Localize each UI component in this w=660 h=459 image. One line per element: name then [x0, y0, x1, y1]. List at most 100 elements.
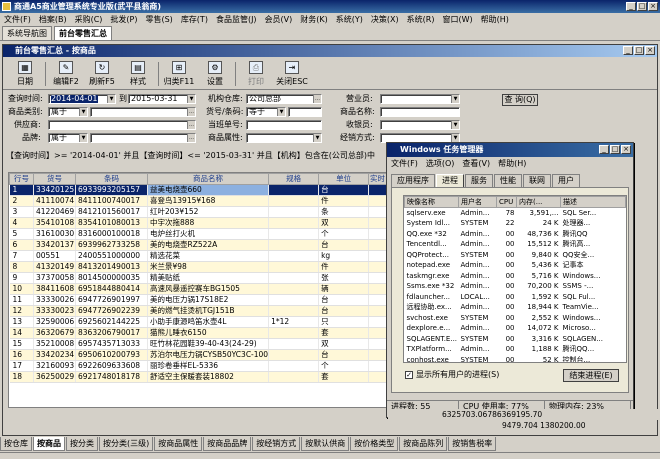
tab-processes[interactable]: 进程 — [436, 174, 464, 187]
menu-item[interactable]: 库存(T) — [177, 13, 212, 26]
tm-close-button[interactable]: × — [621, 145, 631, 154]
tab-retail-summary[interactable]: 前台零售汇总 — [54, 26, 112, 40]
brand-operator[interactable]: 属于 ▼ — [48, 133, 88, 143]
view-tab[interactable]: 按商品属性 — [154, 437, 203, 451]
process-row[interactable]: dexplore.e... Admin... 00 14,072 K Microso..… — [405, 323, 626, 334]
summary-grid[interactable]: 行号 货号 条码 商品名称 规格 单位 实时 1 33420125 69339932… — [8, 172, 388, 408]
table-row[interactable]: 2 41110074 8411100740017 喜登鸟13915¥168 件 — [9, 195, 387, 207]
table-row[interactable]: 9 37370058 8014500000035 精美贴纸 张 — [9, 272, 387, 284]
table-row[interactable]: 3 41220469 8412101560017 红叶203¥152 条 — [9, 206, 387, 218]
tab-applications[interactable]: 应用程序 — [391, 174, 435, 187]
code-field[interactable] — [288, 107, 322, 117]
view-tab[interactable]: 按分类 — [66, 437, 98, 451]
view-tab[interactable]: 按价格类型 — [350, 437, 399, 451]
view-tab[interactable]: 按分类(三级) — [99, 437, 154, 451]
view-tab[interactable]: 按默认供商 — [301, 437, 350, 451]
column-header[interactable]: 描述 — [560, 196, 626, 208]
tm-maximize-button[interactable]: □ — [610, 145, 620, 154]
supplier-field[interactable]: … — [48, 120, 196, 130]
menu-item[interactable]: 批发(P) — [106, 13, 141, 26]
ellipsis-icon[interactable]: … — [313, 95, 321, 103]
menu-item[interactable]: 食品监管(J) — [212, 13, 261, 26]
tab-performance[interactable]: 性能 — [494, 174, 522, 187]
table-row[interactable]: 12 33330023 6947726902239 美的燃气挂烫机TGJ151B 台 — [9, 305, 387, 317]
menu-item[interactable]: 财务(K) — [296, 13, 332, 26]
menu-item[interactable]: 会员(V) — [261, 13, 297, 26]
chevron-down-icon[interactable]: ▼ — [79, 134, 87, 142]
code-operator[interactable]: 等于 ▼ — [246, 107, 286, 117]
tab-services[interactable]: 服务 — [465, 174, 493, 187]
chevron-down-icon[interactable]: ▼ — [187, 95, 195, 103]
view-tab[interactable]: 按商品品牌 — [203, 437, 252, 451]
tm-menu-view[interactable]: 查看(V) — [458, 157, 494, 170]
maximize-button[interactable]: □ — [637, 2, 647, 11]
close-button[interactable]: × — [648, 2, 658, 11]
product-name-field[interactable] — [380, 107, 460, 117]
shift-no-field[interactable] — [246, 120, 322, 130]
close-esc-button[interactable]: ⇥ 关闭ESC — [274, 59, 310, 89]
chevron-down-icon[interactable]: ▼ — [451, 95, 459, 103]
brand-field[interactable]: … — [90, 133, 196, 143]
date-to-field[interactable]: 2015-03-31 ▼ — [128, 94, 196, 104]
process-row[interactable]: svchost.exe SYSTEM 00 2,552 K Windows... — [405, 313, 626, 324]
table-row[interactable]: 18 36250029 6921748018178 舒适空主保暖套装18802 套 — [9, 371, 387, 383]
chevron-down-icon[interactable]: ▼ — [313, 134, 321, 142]
tm-menu-help[interactable]: 帮助(H) — [494, 157, 530, 170]
table-row[interactable]: 13 32590006 6925602144225 小助手康源鸣笛水壶4L 1*12 只 — [9, 316, 387, 328]
table-row[interactable]: 5 31610030 8316000100018 电炉丝打火机 个 — [9, 228, 387, 240]
column-header[interactable]: 商品名称 — [146, 173, 270, 185]
category-operator[interactable]: 属于 ▼ — [48, 107, 88, 117]
table-row[interactable]: 7 00551 2400551000000 精选花菜 kg — [9, 250, 387, 262]
ellipsis-icon[interactable]: … — [187, 121, 195, 129]
tab-networking[interactable]: 联网 — [523, 174, 551, 187]
chevron-down-icon[interactable]: ▼ — [451, 134, 459, 142]
table-row[interactable]: 17 32160093 6922609633608 丽珍卷垂样EL-5336 个 — [9, 360, 387, 372]
print-button[interactable]: ⎙ 打印 — [238, 59, 274, 89]
menu-item[interactable]: 窗口(W) — [438, 13, 476, 26]
tm-menu-file[interactable]: 文件(F) — [387, 157, 422, 170]
window-minimize-button[interactable]: _ — [623, 46, 633, 55]
tab-users[interactable]: 用户 — [552, 174, 580, 187]
query-button[interactable]: 查 询(Q) — [502, 94, 538, 106]
chevron-down-icon[interactable]: ▼ — [277, 108, 285, 116]
group-button[interactable]: ⊞ 归类F11 — [161, 59, 197, 89]
process-row[interactable]: QQ.exe *32 Admin... 00 48,736 K 腾讯QQ — [405, 229, 626, 240]
ellipsis-icon[interactable]: … — [187, 108, 195, 116]
view-tab[interactable]: 按商品陈列 — [399, 437, 448, 451]
column-header[interactable]: 行号 — [9, 173, 34, 185]
menu-item[interactable]: 决策(X) — [367, 13, 403, 26]
column-header[interactable]: CPU — [496, 196, 517, 208]
date-button[interactable]: ▦ 日期 — [7, 59, 43, 89]
process-row[interactable]: fdlauncher... LOCAL... 00 1,592 K SQL Ful... — [405, 292, 626, 303]
product-attr-field[interactable]: ▼ — [246, 133, 322, 143]
menu-item[interactable]: 文件(F) — [0, 13, 35, 26]
menu-item[interactable]: 系统(Y) — [332, 13, 367, 26]
tm-menu-options[interactable]: 选项(O) — [422, 157, 459, 170]
tab-navigation-map[interactable]: 系统导航图 — [2, 26, 52, 40]
process-row[interactable]: QQProtect... SYSTEM 00 9,840 K QQ安全... — [405, 250, 626, 261]
process-row[interactable]: Tencentdl... Admin... 00 15,512 K 腾讯高... — [405, 239, 626, 250]
column-header[interactable]: 映像名称 — [404, 196, 459, 208]
table-row[interactable]: 11 33330026 6947726901997 美的电压力锅17S18E2 台 — [9, 294, 387, 306]
show-all-processes-checkbox[interactable]: ✓ 显示所有用户的进程(S) — [405, 369, 555, 381]
ellipsis-icon[interactable]: … — [187, 134, 195, 142]
table-row[interactable]: 16 33420234 6950610200793 苏泊尔电压力锅CYSB50YC3C… — [9, 349, 387, 361]
view-tab[interactable]: 按仓库 — [0, 437, 32, 451]
menu-item[interactable]: 零售(S) — [141, 13, 176, 26]
settings-button[interactable]: ⚙ 设置 — [197, 59, 233, 89]
chevron-down-icon[interactable]: ▼ — [107, 95, 115, 103]
tm-minimize-button[interactable]: _ — [599, 145, 609, 154]
menu-item[interactable]: 采购(C) — [71, 13, 107, 26]
warehouse-field[interactable]: 公司总部… — [246, 94, 322, 104]
process-row[interactable]: notepad.exe Admin... 00 5,436 K 记事本 — [405, 260, 626, 271]
window-maximize-button[interactable]: □ — [634, 46, 644, 55]
process-list[interactable]: 映像名称 用户名 CPU 内存(... 描述 sqlserv.exe Admin.… — [403, 195, 627, 363]
process-row[interactable]: conhost.exe SYSTEM 00 52 K 控制台... — [405, 355, 626, 362]
style-button[interactable]: ▤ 样式 — [120, 59, 156, 89]
process-row[interactable]: Ssms.exe *32 Admin... 00 70,200 K SSMS -... — [405, 281, 626, 292]
column-header[interactable]: 货号 — [33, 173, 76, 185]
minimize-button[interactable]: _ — [626, 2, 636, 11]
view-tab[interactable]: 按商品 — [33, 437, 65, 451]
process-row[interactable]: sqlserv.exe Admin... 78 3,591,... SQL Ser... — [405, 208, 626, 219]
table-row[interactable]: 14 36320679 8363206790017 猫熊儿睡衣6150 套 — [9, 327, 387, 339]
